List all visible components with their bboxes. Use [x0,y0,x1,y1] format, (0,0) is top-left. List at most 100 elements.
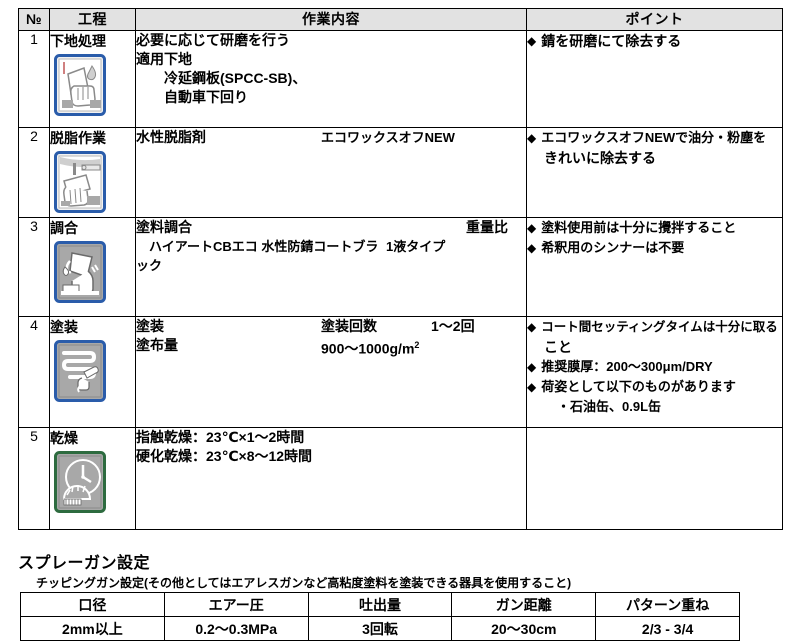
step-cell: 乾燥 [49,427,136,530]
work-cell: 指触乾燥：23℃×1～2時間 硬化乾燥：23℃×8～12時間 [135,427,527,530]
work-line: 必要に応じて研磨を行う [136,32,290,48]
work-col-2: 900～1000g/m2 [321,340,420,357]
work-cell: 塗料調合 重量比 ハイアートCBエコ 水性防錆コートブラック 1液タイプ [135,217,527,317]
row-number: 5 [18,427,50,530]
gun-header-row: 口径 エアー圧 吐出量 ガン距離 パターン重ね [20,592,740,617]
table-header-row: № 工程 作業内容 ポイント [18,8,783,31]
column-header-point: ポイント [526,8,783,31]
step-label: 調合 [50,220,78,236]
point-continuation: ・石油缶、0.9L缶 [544,399,662,414]
step-label: 下地処理 [50,33,106,49]
row-number: 4 [18,316,50,428]
point-cell: ◆ 塗料使用前は十分に攪拌すること ◆ 希釈用のシンナーは不要 [526,217,783,317]
diamond-bullet-icon: ◆ [527,241,537,255]
spray-settings-title: スプレーガン設定 [18,555,151,572]
diamond-bullet-icon: ◆ [527,34,537,48]
superscript-2: 2 [414,340,420,350]
work-col-3: 重量比 [466,219,508,235]
point-continuation: きれいに除去する [544,150,656,166]
gun-header-airpressure: エアー圧 [163,592,309,617]
row-number: 3 [18,217,50,317]
gun-value-discharge: 3回転 [307,616,453,641]
point-item: ◆ 錆を研磨にて除去する [527,31,782,51]
gun-header-discharge: 吐出量 [307,592,453,617]
point-text: コート間セッティングタイムは十分に取る [541,320,778,334]
diamond-bullet-icon: ◆ [527,320,537,334]
point-item: ◆ エコワックスオフNEWで油分・粉塵を [527,128,782,148]
step-label: 塗装 [50,319,78,335]
work-line: 水性脱脂剤 エコワックスオフNEW [136,128,526,147]
work-cell: 水性脱脂剤 エコワックスオフNEW [135,127,527,218]
diamond-bullet-icon: ◆ [527,380,537,394]
work-col-2: 塗装回数 [321,318,377,334]
spray-gun-table: 口径 エアー圧 吐出量 ガン距離 パターン重ね 2mm以上 0.2～0.3MPa… [20,592,740,641]
gun-value-distance: 20～30cm [451,616,597,641]
spray-settings-note: チッピングガン設定(その他としてはエアレスガンなど高粘度塗料を塗装できる器具を使… [36,576,572,590]
column-header-work: 作業内容 [135,8,527,31]
diamond-bullet-icon: ◆ [527,131,537,145]
work-cell: 塗装 塗装回数 1～2回 塗布量 900～1000g/m2 [135,316,527,428]
table-row: 4 塗装 塗装 塗装回数 1～2回 塗布量 900～1000g/m2 ◆ コート… [18,316,783,428]
step-cell: 下地処理 [49,30,136,128]
point-text: 希釈用のシンナーは不要 [541,240,685,255]
point-cell [526,427,783,530]
work-line: 冷延鋼板(SPCC-SB)、 [136,70,307,86]
step-label: 乾燥 [50,430,78,446]
point-item: ◆ 推奨膜厚：200～300μm/DRY [527,357,782,377]
diamond-bullet-icon: ◆ [527,360,537,374]
step-cell: 調合 [49,217,136,317]
table-row: 5 乾燥 指触乾燥：23℃×1～2時間 硬化乾燥：23℃×8～12時間 [18,427,783,530]
point-cell: ◆ 錆を研磨にて除去する [526,30,783,128]
gun-value-row: 2mm以上 0.2～0.3MPa 3回転 20～30cm 2/3 - 3/4 [20,616,740,641]
point-text: 塗料使用前は十分に攪拌すること [541,220,737,235]
drying-clock-icon [54,451,106,513]
gun-value-airpressure: 0.2～0.3MPa [163,616,309,641]
work-line: ハイアートCBエコ 水性防錆コートブラック 1液タイプ [136,237,526,275]
diamond-bullet-icon: ◆ [527,221,537,235]
step-cell: 塗装 [49,316,136,428]
point-cell: ◆ エコワックスオフNEWで油分・粉塵を きれいに除去する [526,127,783,218]
work-col-1: ハイアートCBエコ 水性防錆コートブラック [136,239,379,273]
process-table: № 工程 作業内容 ポイント 1 下地処理 必要に応じて研磨を行う 適用下地 冷… [18,8,783,530]
work-line: 硬化乾燥：23℃×8～12時間 [136,448,313,464]
table-row: 2 脱脂作業 水性脱脂剤 エコワックスオフNEW ◆ エコワックスオフNEWで油… [18,127,783,218]
work-col-1: 塗料調合 [136,219,192,235]
column-header-no: № [18,8,50,31]
point-text: 錆を研磨にて除去する [541,33,682,49]
work-col-1: 水性脱脂剤 [136,129,206,145]
work-line: 塗装 塗装回数 1～2回 [136,317,526,336]
work-col-3: 1～2回 [431,318,475,334]
work-col-3: 1液タイプ [386,239,446,254]
sanding-hand-icon [54,54,106,116]
work-cell: 必要に応じて研磨を行う 適用下地 冷延鋼板(SPCC-SB)、 自動車下回り [135,30,527,128]
work-col-1: 塗装 [136,318,164,334]
work-col-1: 塗布量 [136,337,178,353]
table-row: 3 調合 塗料調合 重量比 ハイアートCBエコ 水性防錆コートブラック 1液タイ… [18,217,783,317]
work-col-2 [321,218,431,237]
point-item: ◆ 荷姿として以下のものがあります [527,377,782,397]
spray-pattern-icon [54,340,106,402]
column-header-step: 工程 [49,8,136,31]
row-number: 1 [18,30,50,128]
step-cell: 脱脂作業 [49,127,136,218]
point-text: 荷姿として以下のものがあります [541,379,736,394]
point-cell: ◆ コート間セッティングタイムは十分に取る こと ◆ 推奨膜厚：200～300μ… [526,316,783,428]
point-text: 推奨膜厚：200～300μm/DRY [541,359,713,374]
point-item: ◆ 希釈用のシンナーは不要 [527,238,782,258]
point-item: ◆ コート間セッティングタイムは十分に取る [527,317,782,337]
gun-header-nozzle: 口径 [20,592,165,617]
gun-value-overlap: 2/3 - 3/4 [595,616,740,641]
gun-value-nozzle: 2mm以上 [20,616,165,641]
row-number: 2 [18,127,50,218]
gun-header-distance: ガン距離 [451,592,597,617]
table-row: 1 下地処理 必要に応じて研磨を行う 適用下地 冷延鋼板(SPCC-SB)、 自… [18,30,783,128]
work-line: 指触乾燥：23℃×1～2時間 [136,429,305,445]
point-text: エコワックスオフNEWで油分・粉塵を [541,130,767,145]
work-line: 適用下地 [136,51,192,67]
work-line: 塗料調合 重量比 [136,218,526,237]
work-line: 塗布量 900～1000g/m2 [136,336,526,359]
wiping-cloth-icon [54,151,106,213]
point-continuation: こと [544,339,572,355]
pouring-mix-icon [54,241,106,303]
work-col-2: エコワックスオフNEW [321,130,455,145]
